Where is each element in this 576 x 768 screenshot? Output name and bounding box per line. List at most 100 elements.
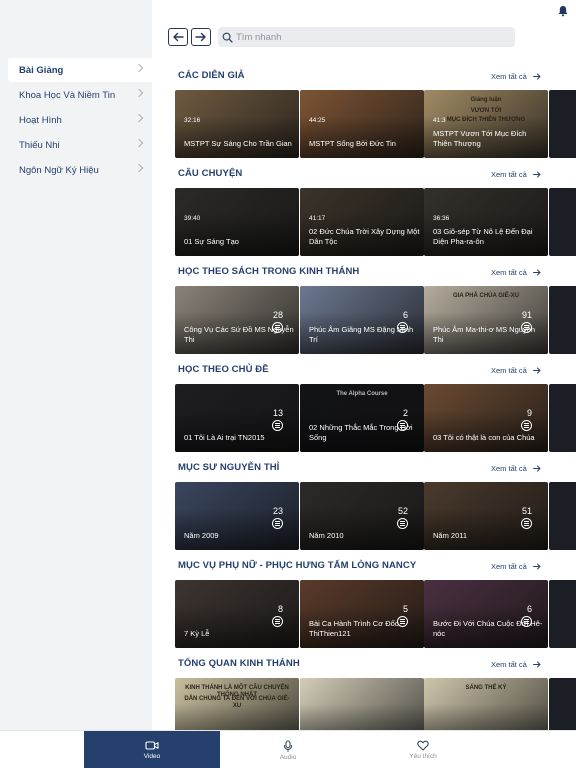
sidebar-item-thieu-nhi[interactable]: Thiếu Nhi [8,133,152,157]
arrow-right-icon [532,367,541,374]
tab-video[interactable]: Video [84,731,220,768]
next-card-peek[interactable] [549,90,576,158]
search-icon [222,32,233,43]
back-button[interactable] [168,28,188,46]
duration-label: 44:25 [309,117,326,124]
video-card[interactable]: 51 Năm 2011 [424,482,548,550]
episode-count: 9 [526,408,532,418]
section-title: HỌC THEO CHỦ ĐỀ [178,364,269,375]
see-all-link[interactable]: Xem tất cả [491,660,541,669]
see-all-link[interactable]: Xem tất cả [491,464,541,473]
duration-label: 41:17 [309,215,326,222]
video-title: MSTPT Vươn Tới Mục Đích Thiên Thượng [433,129,527,148]
playlist-icon [272,420,283,431]
video-card[interactable]: Giảng luậnVƯƠN TỚIMỤC ĐÍCH THIÊN THƯỢNG4… [424,90,548,158]
thumbnail-caption: Giảng luận [470,97,502,103]
see-all-link[interactable]: Xem tất cả [491,562,541,571]
duration-label: 41:3 [433,117,446,124]
sidebar-item-bai-giang[interactable]: Bài Giảng [8,58,152,82]
duration-label: 36:36 [433,215,450,222]
see-all-label: Xem tất cả [491,562,527,571]
video-card[interactable]: 9 03 Tôi có thật là con của Chúa [424,384,548,452]
video-card[interactable]: 23 Năm 2009 [175,482,299,550]
search-placeholder: Tìm nhanh [236,31,282,43]
video-card[interactable]: 6 Phúc Âm Giăng MS Đặng Minh Trí [300,286,424,354]
sidebar-item-hoat-hinh[interactable]: Hoạt Hình [8,108,152,132]
video-title: Bài Ca Hành Trình Cơ Đốc ThiThien121 [309,619,399,638]
episode-count: 51 [521,506,532,516]
sidebar-item-ngon-ngu-ky-hieu[interactable]: Ngôn Ngữ Ký Hiệu [8,158,152,182]
next-card-peek[interactable] [549,384,576,452]
video-card[interactable]: 8 7 Kỳ Lễ [175,580,299,648]
episode-count: 5 [402,604,408,614]
see-all-label: Xem tất cả [491,366,527,375]
episode-count: 2 [402,408,408,418]
video-title: 03 Tôi có thật là con của Chúa [433,433,535,442]
see-all-label: Xem tất cả [491,660,527,669]
video-title: Năm 2010 [309,531,344,540]
section-title: HỌC THEO SÁCH TRONG KINH THÁNH [178,266,360,277]
section-title: CÁC DIỄN GIẢ [178,70,245,81]
arrow-right-icon [532,563,541,570]
chevron-right-icon [134,113,144,123]
video-title: MSTPT Sống Bởi Đức Tin [309,139,396,148]
arrow-right-icon [532,171,541,178]
video-card[interactable]: 6 Bước Đi Với Chúa Cuộc Đời Hê-nóc [424,580,548,648]
tab-label: Audio [279,753,297,761]
tab-audio[interactable]: Audio [220,731,356,768]
see-all-link[interactable]: Xem tất cả [491,268,541,277]
episode-count: 52 [397,506,408,516]
next-card-peek[interactable] [549,286,576,354]
section-title: TỔNG QUAN KINH THÁNH [178,658,300,669]
sidebar-item-label: Bài Giảng [19,64,64,76]
forward-button[interactable] [191,28,211,46]
video-card[interactable]: 28 Công Vụ Các Sứ Đồ MS Nguyễn Thi [175,286,299,354]
video-title: Năm 2009 [184,531,219,540]
tab-yeu-thich[interactable]: Yêu thích [355,731,491,768]
video-title: 01 Sự Sáng Tạo [184,237,239,246]
microphone-icon [283,739,293,752]
see-all-link[interactable]: Xem tất cả [491,170,541,179]
video-card[interactable]: 39:40 01 Sự Sáng Tạo [175,188,299,256]
chevron-right-icon [134,163,144,173]
video-card[interactable]: 36:36 03 Giô-sép Từ Nô Lệ Đến Đại Diện Ph… [424,188,548,256]
video-title: Phúc Âm Giăng MS Đặng Minh Trí [309,325,414,344]
episode-count: 91 [521,310,532,320]
sidebar-item-label: Thiếu Nhi [19,139,60,151]
search-input[interactable]: Tìm nhanh [218,27,515,47]
duration-label: 39:40 [184,215,201,222]
video-title: MSTPT Sự Sáng Cho Trần Gian [184,139,292,148]
video-card[interactable]: 44:25 MSTPT Sống Bởi Đức Tin [300,90,424,158]
bell-icon[interactable] [557,5,569,17]
video-card[interactable]: 5 Bài Ca Hành Trình Cơ Đốc ThiThien121 [300,580,424,648]
video-title: 03 Giô-sép Từ Nô Lệ Đến Đại Diện Pha-ra-… [433,227,533,246]
video-title: 7 Kỳ Lễ [184,629,210,638]
tab-label: Yêu thích [409,753,437,760]
sidebar-item-khoa-hoc[interactable]: Khoa Học Và Niềm Tin [8,83,152,107]
arrow-right-icon [532,73,541,80]
playlist-icon [272,518,283,529]
episode-count: 8 [277,604,283,614]
thumbnail-caption: VƯƠN TỚI [470,108,502,114]
video-title: Phúc Âm Ma-thi-ơ MS Nguyễn Thi [433,325,536,344]
video-card[interactable]: 41:17 02 Đức Chúa Trời Xây Dựng Một Dân T… [300,188,424,256]
video-card[interactable]: GIA PHẢ CHÚA GIÊ-XU 91 Phúc Âm Ma-thi-ơ MS… [424,286,548,354]
section-title: MỤC SƯ NGUYỄN THỈ [178,462,280,473]
arrow-left-icon [173,32,184,42]
video-title: Bước Đi Với Chúa Cuộc Đời Hê-nóc [433,619,543,638]
next-card-peek[interactable] [549,580,576,648]
thumbnail-caption: The Alpha Course [336,391,388,397]
episode-count: 28 [272,310,283,320]
video-title: 01 Tôi Là Ai trại TN2015 [184,433,265,442]
see-all-link[interactable]: Xem tất cả [491,72,541,81]
see-all-label: Xem tất cả [491,72,527,81]
video-card[interactable]: The Alpha Course 2 02 Những Thắc Mắc Trong… [300,384,424,452]
video-card[interactable]: 32:16 MSTPT Sự Sáng Cho Trần Gian [175,90,299,158]
video-title: Năm 2011 [433,531,468,540]
next-card-peek[interactable] [549,482,576,550]
video-card[interactable]: 13 01 Tôi Là Ai trại TN2015 [175,384,299,452]
see-all-link[interactable]: Xem tất cả [491,366,541,375]
video-card[interactable]: 52 Năm 2010 [300,482,424,550]
next-card-peek[interactable] [549,188,576,256]
section-title: CÂU CHUYỆN [178,168,243,179]
